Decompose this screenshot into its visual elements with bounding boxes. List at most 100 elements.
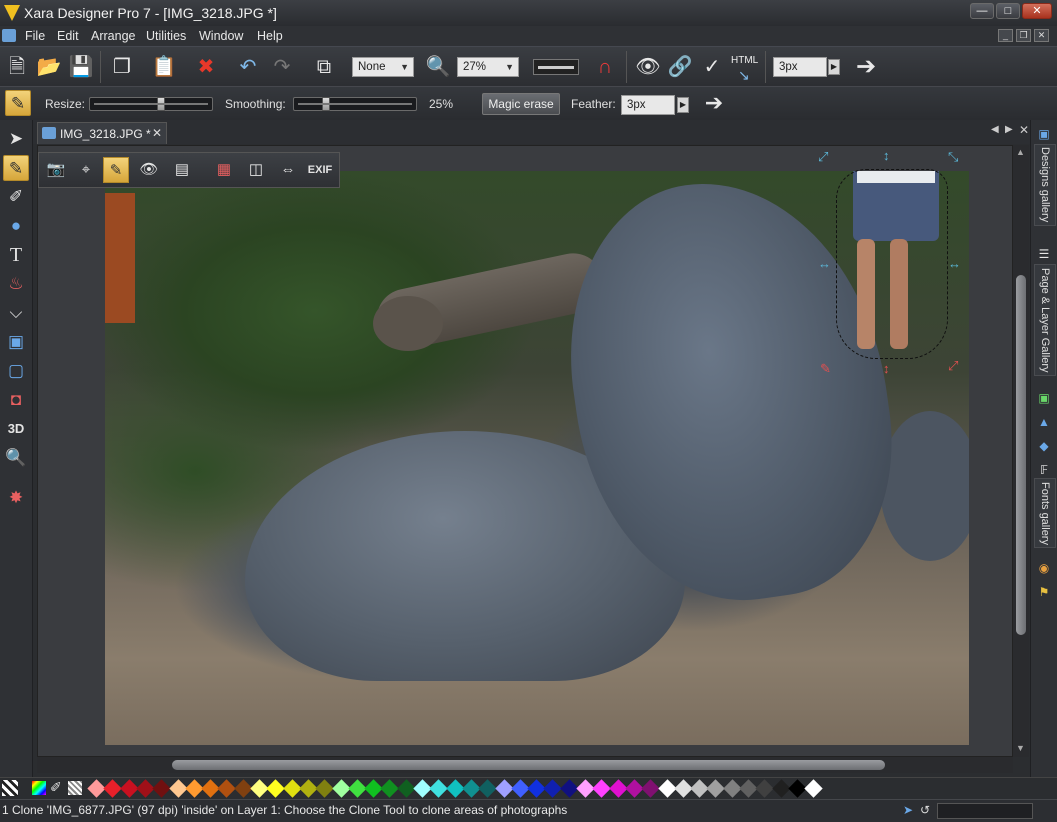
undo-icon[interactable]: ↶	[234, 53, 262, 81]
doc-minimize-button[interactable]: _	[998, 29, 1013, 42]
resize-handle-icon[interactable]: ⤢	[818, 149, 828, 165]
resize-handle-icon[interactable]: ↔	[818, 256, 831, 271]
line-width-preview[interactable]	[533, 59, 579, 75]
snap-icon[interactable]: ➤	[903, 803, 913, 817]
exif-button[interactable]: EXIF	[307, 157, 333, 183]
snap-magnet-icon[interactable]: ∩	[591, 53, 619, 81]
clipart-gallery-icon[interactable]: ▲	[1036, 414, 1052, 430]
resize-handle-icon[interactable]: ↕	[883, 148, 890, 163]
resize-slider[interactable]	[89, 97, 213, 111]
histogram-icon[interactable]: ▦	[211, 157, 237, 183]
color-swatch[interactable]	[592, 779, 611, 798]
designs-gallery-icon[interactable]: ▣	[1036, 126, 1052, 142]
live-effects-tool-icon[interactable]: ✸	[3, 485, 29, 511]
link-icon[interactable]: 🔗	[666, 53, 694, 81]
menu-edit[interactable]: Edit	[57, 29, 79, 43]
preview-eye-icon[interactable]: 👁	[634, 53, 662, 81]
smoothing-slider[interactable]	[293, 97, 417, 111]
resize-photo-icon[interactable]: ⇔	[275, 157, 301, 183]
redo-icon[interactable]: ↷	[268, 53, 296, 81]
line-width-field[interactable]: 3px	[773, 57, 827, 77]
close-tab-icon[interactable]: ✕	[152, 126, 162, 140]
ellipse-tool-icon[interactable]: ●	[3, 213, 29, 239]
clone-selection-outline[interactable]	[836, 169, 948, 359]
fill-gallery-icon[interactable]: ◆	[1036, 438, 1052, 454]
shadow-tool-icon[interactable]: ▣	[3, 329, 29, 355]
eyedropper-icon[interactable]: ✐	[50, 779, 62, 796]
minimize-button[interactable]: —	[970, 3, 994, 19]
resize-handle-icon[interactable]: ↔	[948, 256, 961, 271]
perspective-icon[interactable]: ◫	[243, 157, 269, 183]
bitmap-gallery-icon[interactable]: ▣	[1036, 390, 1052, 406]
clone-tool-icon[interactable]: ✎	[103, 157, 129, 183]
export-arrow-icon[interactable]: ↘	[738, 67, 750, 84]
vertical-scroll-thumb[interactable]	[1016, 275, 1026, 635]
color-swatch[interactable]	[152, 779, 171, 798]
feather-direction-icon[interactable]: ➔	[700, 89, 728, 117]
red-eye-icon[interactable]: 👁	[136, 157, 162, 183]
scroll-down-icon[interactable]: ▼	[1016, 743, 1025, 753]
page-layer-gallery-icon[interactable]: ☰	[1036, 246, 1052, 262]
photo-camera-icon[interactable]: 📷	[43, 157, 69, 183]
save-icon[interactable]: 💾	[67, 53, 95, 81]
zoom-dropdown[interactable]: 27% ▼	[457, 57, 519, 77]
zoom-icon[interactable]: 🔍	[424, 53, 452, 81]
page-layer-gallery-tab[interactable]: Page & Layer Gallery	[1034, 264, 1056, 376]
close-window-button[interactable]: ✕	[1022, 3, 1052, 19]
vertical-scrollbar[interactable]: ▲ ▼	[1013, 145, 1029, 757]
magic-erase-button[interactable]: Magic erase	[482, 93, 560, 115]
color-swatch[interactable]	[103, 779, 122, 798]
smoothing-slider-thumb[interactable]	[322, 97, 330, 111]
color-swatch[interactable]	[315, 779, 334, 798]
text-tool-icon[interactable]: T	[3, 242, 29, 268]
zoom-tool-icon[interactable]: 🔍	[3, 445, 29, 471]
color-swatch[interactable]	[755, 779, 774, 798]
menu-utilities[interactable]: Utilities	[146, 29, 186, 43]
color-swatch[interactable]	[804, 779, 823, 798]
open-folder-icon[interactable]: 📂	[35, 53, 63, 81]
no-color-swatch[interactable]	[2, 780, 18, 796]
document-icon[interactable]	[2, 29, 16, 42]
photo-tool-icon[interactable]: ✎	[3, 155, 29, 181]
color-swatch[interactable]	[266, 779, 285, 798]
delete-icon[interactable]: ✖	[192, 53, 220, 81]
contour-tool-icon[interactable]: ▢	[3, 358, 29, 384]
horizontal-scroll-thumb[interactable]	[172, 760, 885, 770]
tab-scroll-left-icon[interactable]: ◀	[991, 124, 999, 135]
color-swatch[interactable]	[478, 779, 497, 798]
resize-handle-icon[interactable]: ⤢	[948, 358, 958, 374]
menu-arrange[interactable]: Arrange	[91, 29, 135, 43]
tab-scroll-right-icon[interactable]: ▶	[1005, 124, 1013, 135]
menu-help[interactable]: Help	[257, 29, 283, 43]
feather-field[interactable]: 3px	[621, 95, 675, 115]
web-check-icon[interactable]: ✓	[698, 53, 726, 81]
bevel-tool-icon[interactable]: ◘	[3, 387, 29, 413]
color-swatch[interactable]	[641, 779, 660, 798]
shape-editor-tool-icon[interactable]: ✐	[3, 184, 29, 210]
designs-gallery-tab[interactable]: Designs gallery	[1034, 144, 1056, 226]
selector-tool-icon[interactable]: ➤	[3, 126, 29, 152]
canvas[interactable]: ⤢ ↕ ⤡ ↔ ↔ ↕ ⤢ ✎	[37, 145, 1013, 757]
menu-window[interactable]: Window	[199, 29, 243, 43]
doc-restore-button[interactable]: ❐	[1016, 29, 1031, 42]
clone-source-marker-icon[interactable]: ✎	[820, 361, 831, 377]
color-editor-icon[interactable]	[32, 781, 46, 795]
paste-icon[interactable]: 📋	[150, 53, 178, 81]
html-export-label[interactable]: HTML	[731, 55, 758, 66]
color-gallery-icon[interactable]: ◉	[1036, 560, 1052, 576]
new-document-icon[interactable]: 🗎	[3, 53, 31, 81]
name-gallery-icon[interactable]: ⚑	[1036, 584, 1052, 600]
resize-slider-thumb[interactable]	[157, 97, 165, 111]
document-tab[interactable]: IMG_3218.JPG * ✕	[37, 122, 167, 144]
quality-dropdown[interactable]: None ▼	[352, 57, 414, 77]
transparent-swatch[interactable]	[68, 781, 82, 795]
menu-file[interactable]: File	[25, 29, 45, 43]
clone-tool-icon[interactable]: ✎	[5, 90, 31, 116]
arrowhead-icon[interactable]: ➔	[852, 53, 880, 81]
maximize-button[interactable]: □	[996, 3, 1020, 19]
extrude-3d-tool-icon[interactable]: 3D	[3, 416, 29, 442]
layers-icon[interactable]: ▤	[169, 157, 195, 183]
horizontal-scrollbar[interactable]	[37, 757, 1013, 773]
close-all-tabs-icon[interactable]: ✕	[1019, 123, 1029, 137]
fill-tool-icon[interactable]: ♨	[3, 271, 29, 297]
